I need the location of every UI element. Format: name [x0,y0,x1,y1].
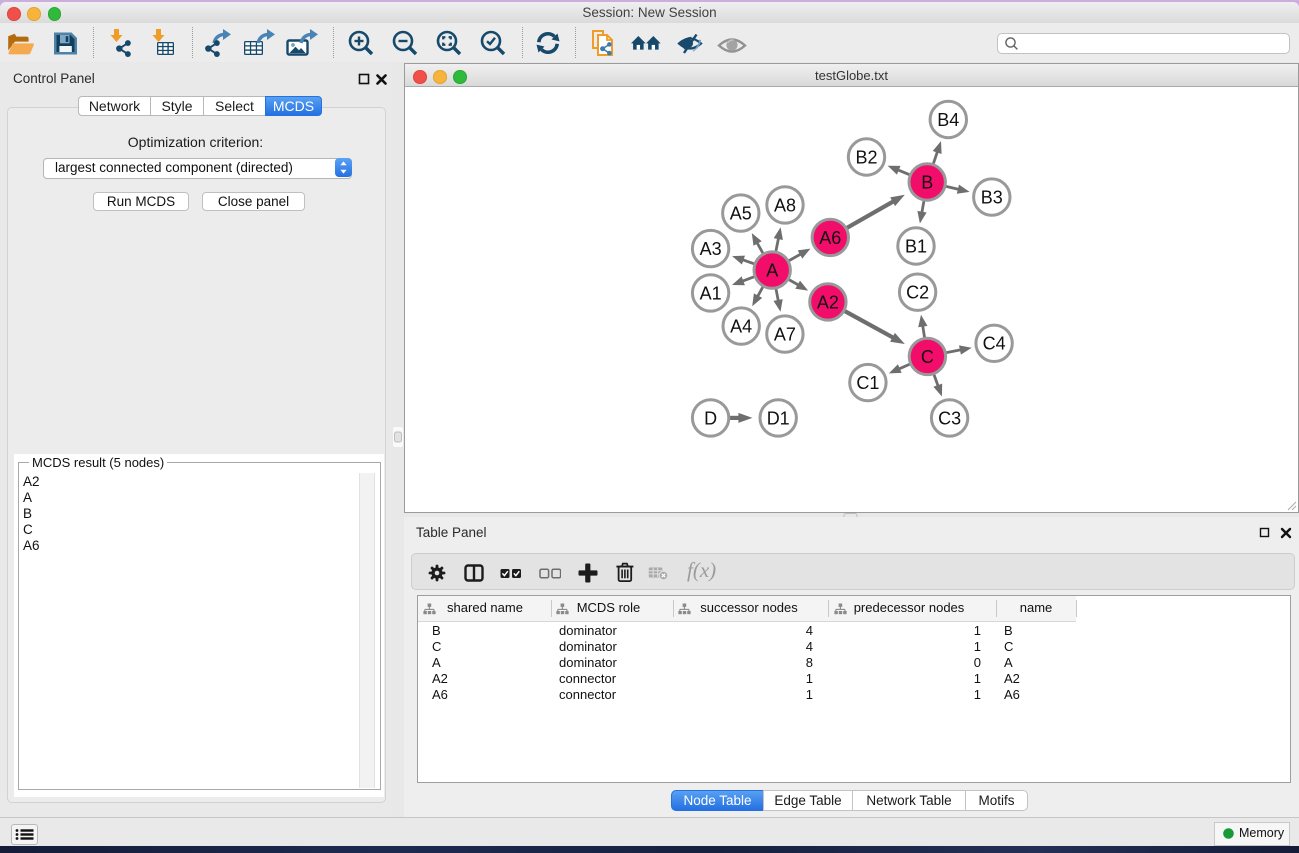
svg-text:C4: C4 [983,334,1006,354]
svg-text:A2: A2 [817,292,839,312]
svg-text:A: A [766,261,778,281]
svg-text:A5: A5 [730,204,752,224]
svg-text:C2: C2 [906,283,929,303]
svg-text:B: B [921,172,933,192]
svg-text:B1: B1 [905,236,927,256]
svg-text:C: C [921,347,934,367]
svg-text:D1: D1 [767,408,790,428]
svg-text:A1: A1 [700,283,722,303]
svg-text:A6: A6 [819,228,841,248]
svg-text:B4: B4 [937,110,959,130]
svg-text:B3: B3 [981,188,1003,208]
svg-text:A3: A3 [700,239,722,259]
svg-text:A7: A7 [774,325,796,345]
svg-text:D: D [704,408,717,428]
svg-text:A4: A4 [730,317,752,337]
svg-text:C1: C1 [856,373,879,393]
svg-text:A8: A8 [774,195,796,215]
svg-text:C3: C3 [938,408,961,428]
svg-text:B2: B2 [855,147,877,167]
